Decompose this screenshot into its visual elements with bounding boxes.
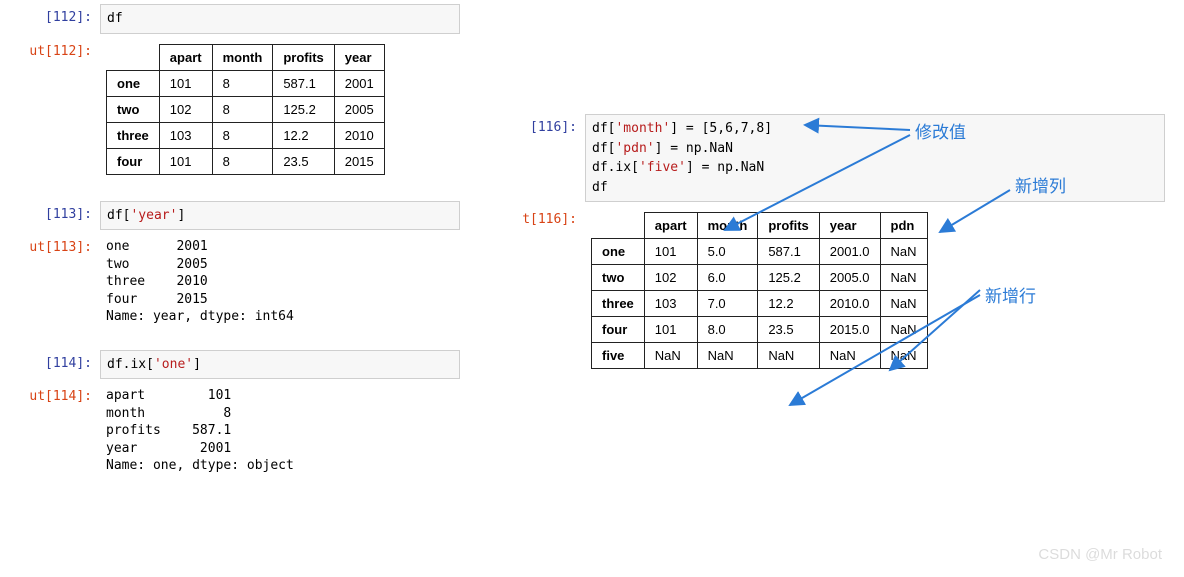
cell-116-out: t[116]: apart month profits year pdn one… (485, 206, 1165, 375)
prompt-out: ut[112]: (0, 38, 100, 181)
output-114: apart 101 month 8 profits 587.1 year 200… (100, 383, 460, 479)
table-row: fiveNaNNaNNaNNaNNaN (592, 343, 928, 369)
annotation-new-row: 新增行 (985, 282, 1036, 307)
dataframe-116: apart month profits year pdn one1015.058… (591, 212, 928, 369)
table-row: two1026.0125.22005.0NaN (592, 265, 928, 291)
code-cell-116[interactable]: df['month'] = [5,6,7,8] df['pdn'] = np.N… (585, 114, 1165, 202)
prompt-in: [116]: (485, 114, 585, 202)
cell-113-in: [113]: df['year'] (0, 201, 460, 231)
dataframe-112: apart month profits year one1018587.1200… (106, 44, 385, 175)
prompt-in: [113]: (0, 201, 100, 231)
output-113: one 2001 two 2005 three 2010 four 2015 N… (100, 234, 460, 330)
table-row: three103812.22010 (107, 122, 385, 148)
prompt-in: [114]: (0, 350, 100, 380)
cell-114-out: ut[114]: apart 101 month 8 profits 587.1… (0, 383, 460, 479)
prompt-in: [112]: (0, 4, 100, 34)
cell-113-out: ut[113]: one 2001 two 2005 three 2010 fo… (0, 234, 460, 330)
prompt-out: ut[114]: (0, 383, 100, 479)
cell-112-in: [112]: df (0, 4, 460, 34)
table-row: four1018.023.52015.0NaN (592, 317, 928, 343)
annotation-new-column: 新增列 (1015, 172, 1066, 197)
table-row: three1037.012.22010.0NaN (592, 291, 928, 317)
table-row: two1028125.22005 (107, 96, 385, 122)
table-row: one1018587.12001 (107, 70, 385, 96)
table-row: one1015.0587.12001.0NaN (592, 239, 928, 265)
code-cell-112[interactable]: df (100, 4, 460, 34)
annotation-modify-value: 修改值 (915, 118, 966, 143)
code-cell-114[interactable]: df.ix['one'] (100, 350, 460, 380)
cell-114-in: [114]: df.ix['one'] (0, 350, 460, 380)
watermark: CSDN @Mr Robot (1038, 546, 1162, 563)
cell-112-out: ut[112]: apart month profits year one101… (0, 38, 460, 181)
code-cell-113[interactable]: df['year'] (100, 201, 460, 231)
prompt-out: ut[113]: (0, 234, 100, 330)
table-row: four101823.52015 (107, 148, 385, 174)
prompt-out: t[116]: (485, 206, 585, 375)
